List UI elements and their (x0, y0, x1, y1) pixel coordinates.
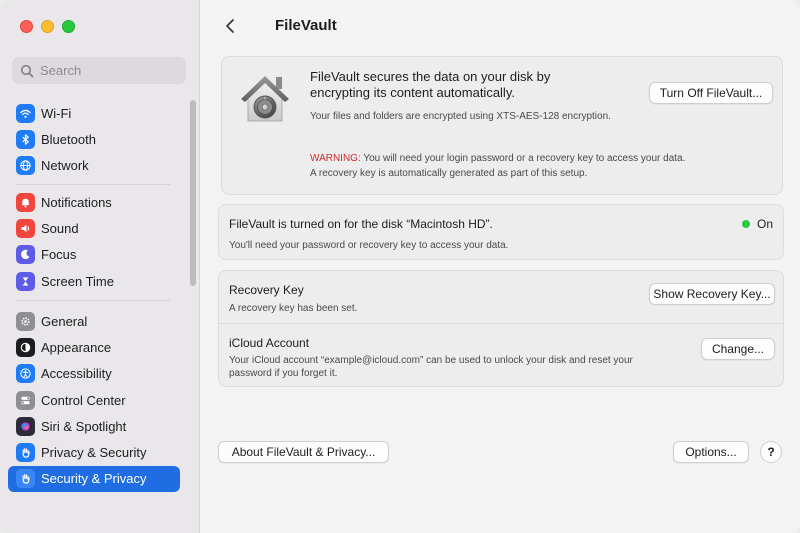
status-title: FileVault is turned on for the disk “Mac… (229, 217, 493, 231)
hand-icon (16, 469, 35, 489)
search-icon (20, 64, 34, 77)
status-dot (741, 220, 750, 228)
sidebar-item-label: Bluetooth (41, 131, 96, 147)
sidebar-item-label: Network (41, 158, 89, 174)
sidebar-item-control-center[interactable]: Control Center (8, 387, 180, 413)
gear-icon (16, 311, 35, 331)
speaker-icon (16, 218, 35, 238)
icloud-account-title: iCloud Account (229, 336, 310, 350)
bell-icon (16, 192, 35, 212)
sidebar-divider (16, 184, 170, 185)
sidebar-item-label: Notifications (41, 194, 112, 210)
sidebar-item-bluetooth[interactable]: Bluetooth (8, 126, 180, 152)
sidebar-item-label: General (41, 313, 88, 329)
status-description: You'll need your password or recovery ke… (229, 240, 509, 251)
turn-off-filevault-button[interactable]: Turn Off FileVault... (649, 82, 773, 104)
warning-text: WARNING: You will need your login passwo… (310, 151, 750, 181)
sidebar-item-privacy-security[interactable]: Privacy & Security (8, 439, 180, 465)
sidebar-item-screen-time[interactable]: Screen Time (8, 268, 180, 294)
filevault-house-icon (241, 76, 289, 122)
sidebar-item-network[interactable]: Network (8, 153, 180, 179)
moon-icon (16, 245, 35, 265)
sidebar-item-label: Privacy & Security (41, 445, 147, 461)
warning-message: You will need your login password or a r… (360, 153, 686, 164)
recovery-key-description: A recovery key has been set. (229, 303, 358, 314)
filevault-headline: FileVault secures the data on your disk … (310, 69, 551, 100)
change-icloud-button[interactable]: Change... (701, 338, 775, 360)
row-divider (219, 323, 783, 324)
accessibility-icon (16, 364, 35, 384)
options-button[interactable]: Options... (673, 441, 749, 463)
help-button[interactable]: ? (760, 441, 782, 463)
nav-group-network: Wi-Fi Bluetooth Network (8, 100, 180, 179)
sidebar-item-label: Focus (41, 247, 77, 263)
filevault-info-card: FileVault secures the data on your disk … (221, 56, 783, 195)
filevault-status-card: FileVault is turned on for the disk “Mac… (218, 204, 784, 260)
sidebar: Wi-Fi Bluetooth Network Notifi (0, 0, 200, 533)
recovery-settings-group: Recovery Key A recovery key has been set… (218, 270, 784, 387)
wifi-icon (16, 103, 35, 123)
about-filevault-button[interactable]: About FileVault & Privacy... (218, 441, 389, 463)
sidebar-item-label: Siri & Spotlight (41, 418, 127, 434)
sidebar-item-general[interactable]: General (8, 308, 180, 334)
warning-label: WARNING: (310, 153, 361, 164)
sidebar-item-label: Accessibility (41, 366, 112, 382)
nav-group-general: General Appearance Accessibility Control… (8, 308, 180, 493)
system-settings-window: Wi-Fi Bluetooth Network Notifi (0, 0, 800, 533)
status-label: On (756, 217, 773, 231)
sidebar-item-appearance[interactable]: Appearance (8, 334, 180, 360)
toggles-icon (16, 390, 35, 410)
encryption-description: Your files and folders are encrypted usi… (310, 111, 611, 122)
sidebar-item-label: Appearance (41, 339, 112, 355)
sidebar-divider (16, 300, 170, 301)
sidebar-item-label: Sound (41, 220, 79, 236)
sidebar-item-wifi[interactable]: Wi-Fi (8, 100, 180, 126)
globe-icon (16, 156, 35, 176)
sidebar-item-notifications[interactable]: Notifications (8, 189, 180, 215)
main-content: FileVault FileVault secures the data on … (201, 0, 800, 533)
chevron-left-icon (226, 19, 234, 33)
sidebar-item-sound[interactable]: Sound (8, 215, 180, 241)
page-title: FileVault (275, 17, 337, 34)
sidebar-item-focus[interactable]: Focus (8, 242, 180, 268)
status-indicator: On (741, 217, 773, 231)
search-field[interactable] (12, 57, 186, 84)
sidebar-item-label: Control Center (41, 392, 126, 408)
recovery-key-title: Recovery Key (229, 283, 304, 297)
close-button[interactable] (20, 20, 33, 33)
sidebar-item-label: Wi-Fi (41, 105, 72, 121)
sidebar-item-siri-spotlight[interactable]: Siri & Spotlight (8, 413, 180, 439)
zoom-button[interactable] (62, 20, 75, 33)
sidebar-item-accessibility[interactable]: Accessibility (8, 361, 180, 387)
search-input[interactable] (40, 63, 180, 78)
siri-icon (16, 416, 35, 436)
sidebar-item-label: Security & Privacy (41, 471, 147, 487)
bluetooth-icon (16, 129, 35, 149)
nav-group-notifications: Notifications Sound Focus Screen Time (8, 189, 180, 294)
back-button[interactable] (219, 14, 241, 38)
sidebar-item-label: Screen Time (41, 273, 114, 289)
sidebar-item-security-privacy[interactable]: Security & Privacy (8, 465, 180, 493)
show-recovery-key-button[interactable]: Show Recovery Key... (649, 283, 775, 305)
appearance-icon (16, 337, 35, 357)
hourglass-icon (16, 271, 35, 291)
hand-icon (16, 443, 35, 463)
warning-message-line2: A recovery key is automatically generate… (310, 168, 588, 179)
window-controls (20, 20, 75, 33)
minimize-button[interactable] (41, 20, 54, 33)
icloud-account-description: Your iCloud account “example@icloud.com”… (229, 355, 633, 379)
sidebar-scrollbar[interactable] (190, 100, 196, 286)
